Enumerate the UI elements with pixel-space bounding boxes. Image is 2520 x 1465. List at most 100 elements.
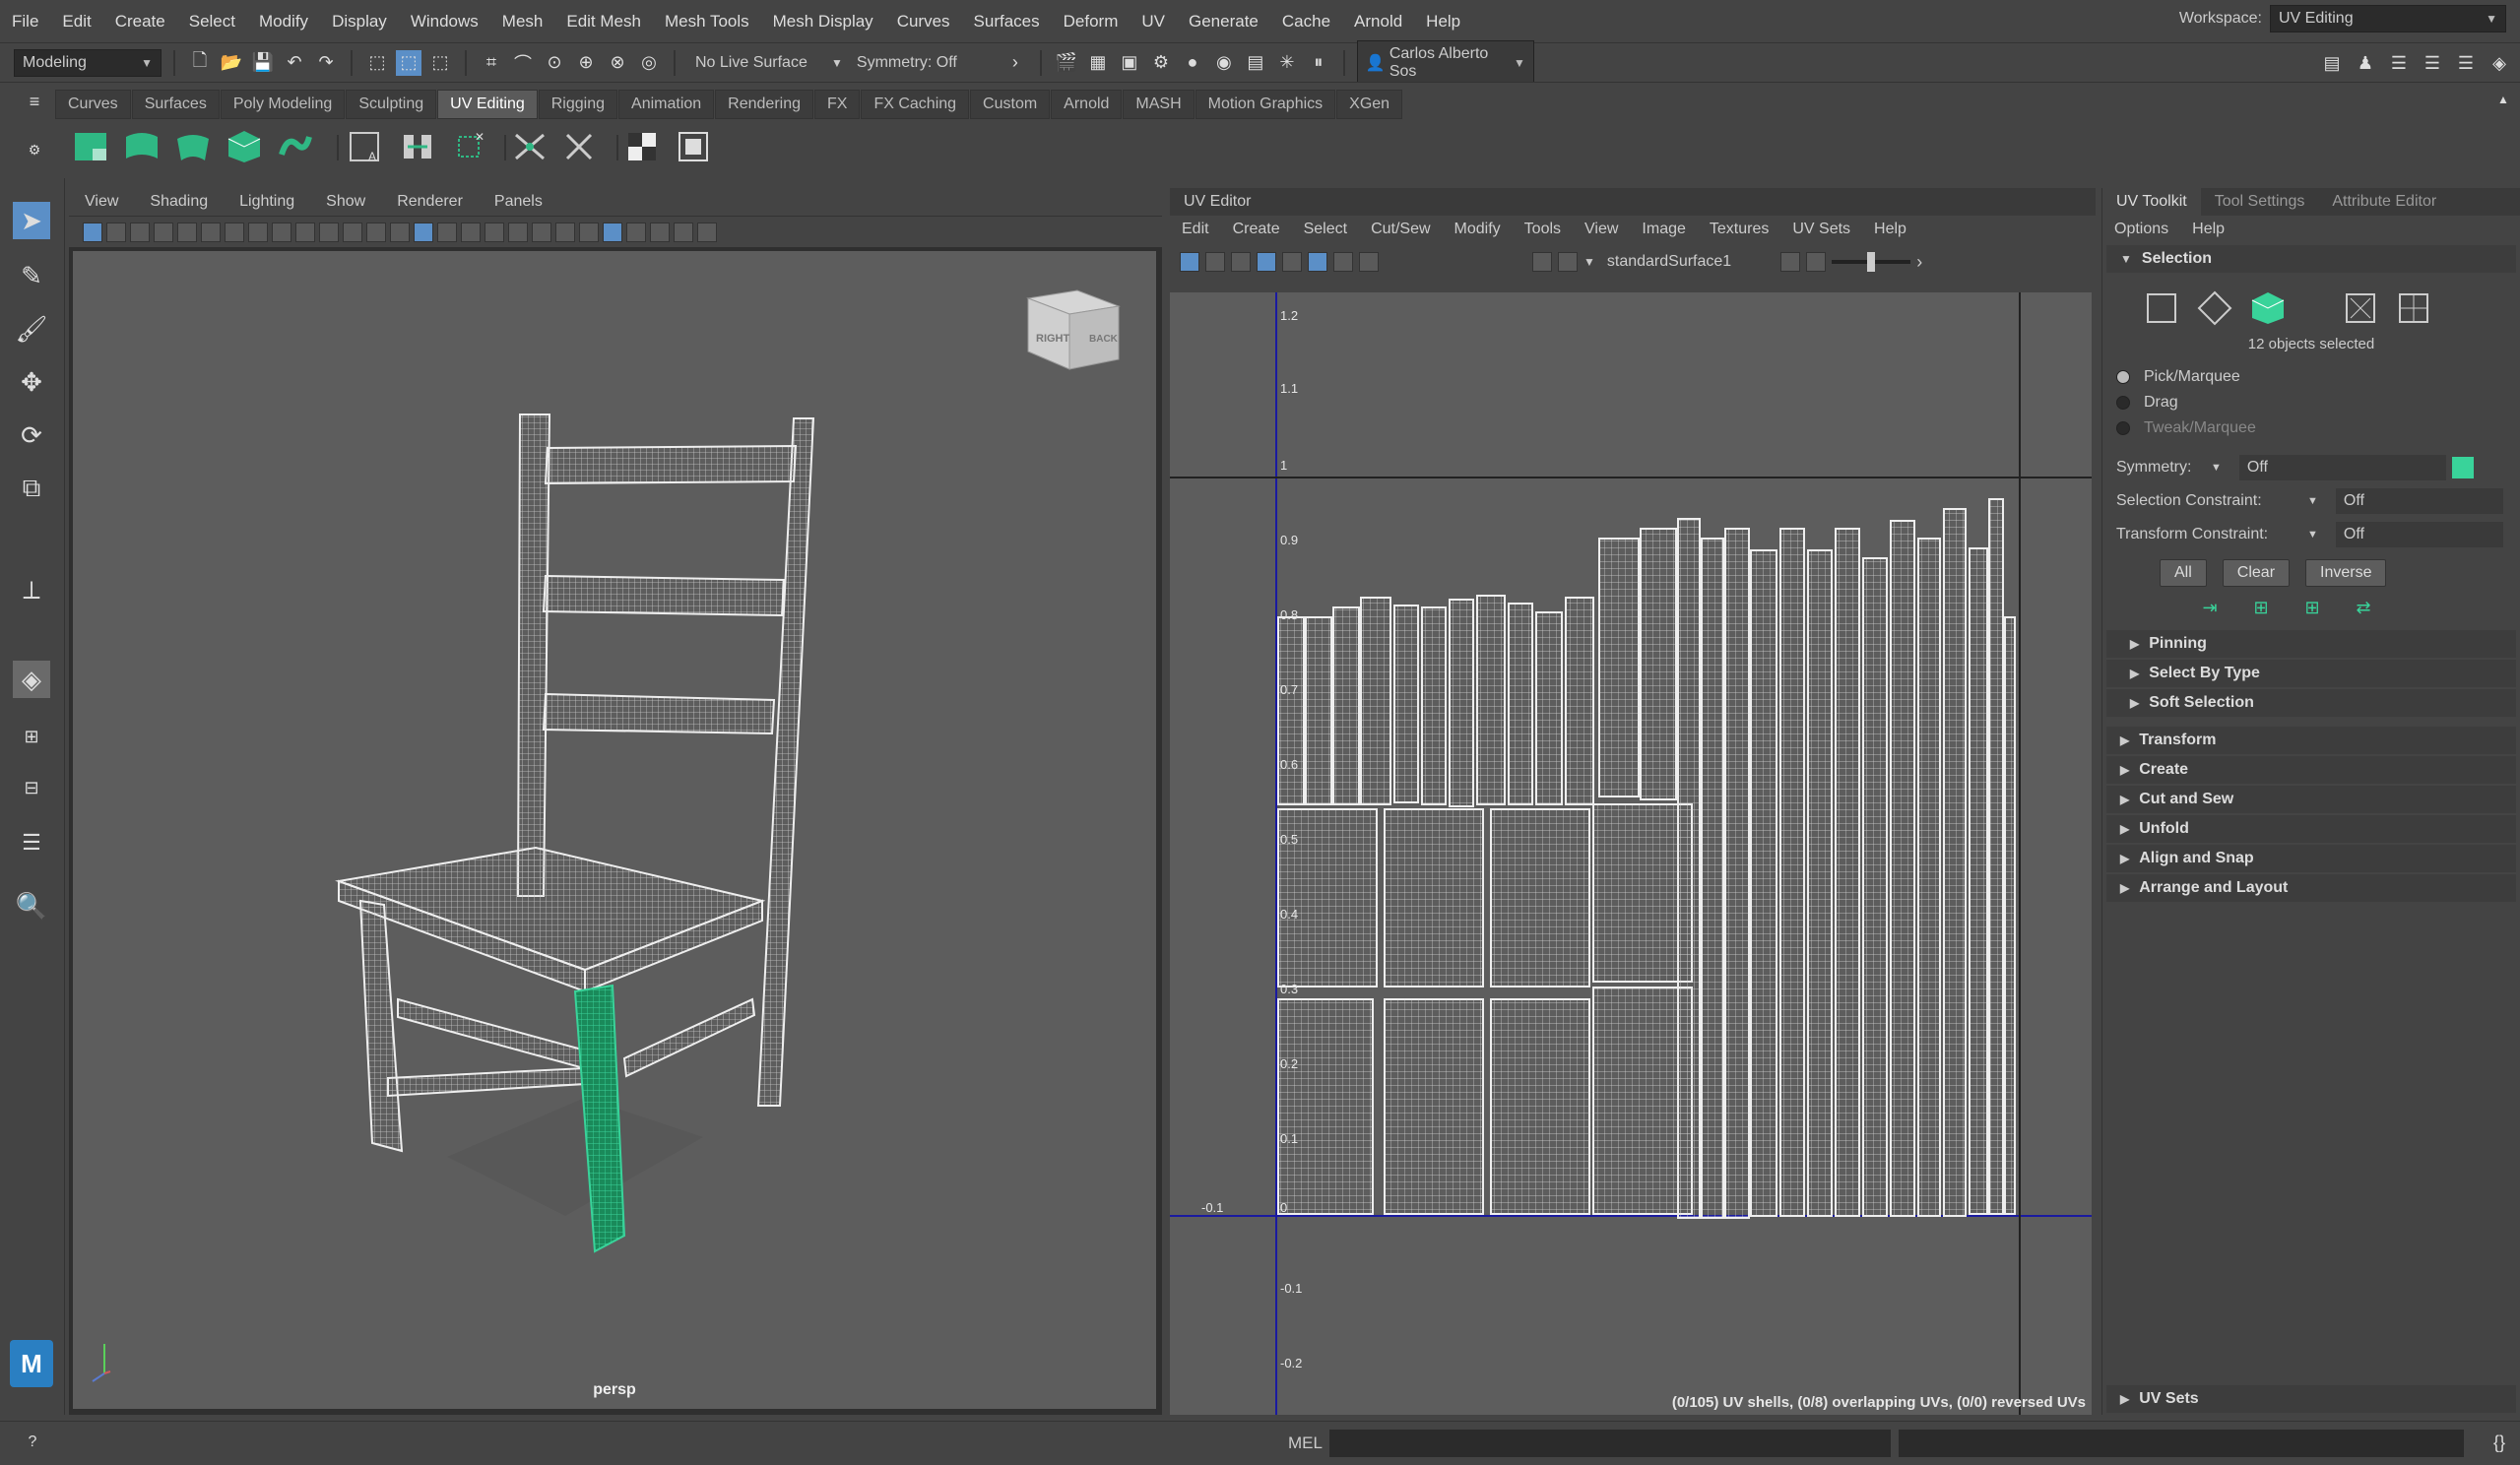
view-cube[interactable]: RIGHT BACK xyxy=(1026,289,1121,370)
uv-menu-edit[interactable]: Edit xyxy=(1170,221,1221,238)
uv-menu-cut-sew[interactable]: Cut/Sew xyxy=(1359,221,1442,238)
search-icon[interactable]: 🔍 xyxy=(13,887,50,924)
uv-texture-borders-icon[interactable] xyxy=(1282,252,1302,272)
menu-mesh-display[interactable]: Mesh Display xyxy=(761,12,885,32)
mode-drag[interactable]: Drag xyxy=(2102,390,2520,415)
uv-checker-icon[interactable] xyxy=(1308,252,1327,272)
uv-checker-pattern-icon[interactable] xyxy=(1558,252,1578,272)
open-scene-icon[interactable]: 📂 xyxy=(219,50,244,76)
section-unfold[interactable]: ▶ Unfold xyxy=(2106,815,2516,843)
xray-joints-icon[interactable] xyxy=(674,222,693,242)
shadows-icon[interactable] xyxy=(532,222,551,242)
uv-vertex-mode-icon[interactable] xyxy=(2142,288,2181,328)
menu-uv[interactable]: UV xyxy=(1130,12,1177,32)
render-view-icon[interactable]: ◉ xyxy=(1211,50,1237,76)
uv-menu-uv-sets[interactable]: UV Sets xyxy=(1780,221,1862,238)
smooth-shade-icon[interactable] xyxy=(414,222,433,242)
paint-select-tool-icon[interactable]: 🖌 xyxy=(13,310,50,348)
anti-aliasing-icon[interactable] xyxy=(603,222,622,242)
layout-uvs-icon[interactable] xyxy=(510,125,549,168)
user-account-dropdown[interactable]: 👤 Carlos Alberto Sos ▼ xyxy=(1356,39,1534,86)
viewport-menu-view[interactable]: View xyxy=(69,193,134,211)
channel-box-icon[interactable]: ☰ xyxy=(2453,50,2479,76)
select-tool-icon[interactable]: ➤ xyxy=(13,202,50,239)
viewport-menu-show[interactable]: Show xyxy=(310,193,381,211)
select-hierarchy-icon[interactable]: ⬚ xyxy=(364,50,390,76)
uv-menu-image[interactable]: Image xyxy=(1630,221,1697,238)
grid-icon[interactable] xyxy=(225,222,244,242)
spherical-map-icon[interactable] xyxy=(173,125,213,168)
shelf-tab-fx-caching[interactable]: FX Caching xyxy=(861,90,970,119)
scale-tool-icon[interactable]: ⧉ xyxy=(13,470,50,507)
shelf-tab-animation[interactable]: Animation xyxy=(618,90,715,119)
outliner-layout-icon[interactable]: ☰ xyxy=(13,824,50,861)
uv-mode-icon[interactable] xyxy=(2394,288,2433,328)
section-cut-and-sew[interactable]: ▶ Cut and Sew xyxy=(2106,786,2516,813)
mode-tweak-marquee[interactable]: Tweak/Marquee xyxy=(2102,415,2520,441)
select-clear-button[interactable]: Clear xyxy=(2222,559,2291,587)
uv-toolkit-help[interactable]: Help xyxy=(2180,221,2236,238)
shelf-tab-xgen[interactable]: XGen xyxy=(1336,90,1403,119)
menu-surfaces[interactable]: Surfaces xyxy=(962,12,1052,32)
camera-attributes-icon[interactable] xyxy=(106,222,126,242)
bookmarks-icon[interactable] xyxy=(130,222,150,242)
shrink-selection-icon[interactable]: ⊞ xyxy=(2248,595,2274,620)
wireframe-icon[interactable] xyxy=(390,222,410,242)
shelf-options-icon[interactable]: ⚙ xyxy=(22,137,47,162)
shelf-menu-icon[interactable]: ≡ xyxy=(22,89,47,114)
section-create[interactable]: ▶ Create xyxy=(2106,756,2516,784)
subsection-select-by-type[interactable]: ▶ Select By Type xyxy=(2106,660,2516,687)
delete-uvs-icon[interactable] xyxy=(559,125,599,168)
textured-icon[interactable] xyxy=(485,222,504,242)
uv-menu-select[interactable]: Select xyxy=(1292,221,1359,238)
tab-tool-settings[interactable]: Tool Settings xyxy=(2201,193,2319,211)
select-border-icon[interactable]: ⊞ xyxy=(2299,595,2325,620)
menu-help[interactable]: Help xyxy=(1414,12,1472,32)
snap-surface-icon[interactable]: ⊗ xyxy=(605,50,630,76)
uv-menu-textures[interactable]: Textures xyxy=(1698,221,1780,238)
script-language-label[interactable]: MEL xyxy=(1288,1433,1323,1453)
chevron-down-icon[interactable]: ▼ xyxy=(2307,529,2318,541)
subsection-pinning[interactable]: ▶ Pinning xyxy=(2106,630,2516,658)
xray-components-icon[interactable] xyxy=(697,222,717,242)
menu-mesh[interactable]: Mesh xyxy=(490,12,555,32)
default-material-icon[interactable] xyxy=(437,222,457,242)
shelf-tab-rigging[interactable]: Rigging xyxy=(538,90,618,119)
shelf-tab-arnold[interactable]: Arnold xyxy=(1051,90,1123,119)
pause-icon[interactable]: ⏸ xyxy=(1306,50,1331,76)
viewport-menu-shading[interactable]: Shading xyxy=(134,193,224,211)
isolate-select-icon[interactable] xyxy=(626,222,646,242)
checker-map-icon[interactable] xyxy=(622,125,662,168)
lightshape-icon[interactable]: ✳ xyxy=(1274,50,1300,76)
move-tool-icon[interactable]: ✥ xyxy=(13,363,50,401)
uv-menu-tools[interactable]: Tools xyxy=(1513,221,1573,238)
select-component-icon[interactable]: ⬚ xyxy=(427,50,453,76)
render-settings-icon[interactable]: ⚙ xyxy=(1148,50,1174,76)
snap-point-icon[interactable]: ⊙ xyxy=(542,50,567,76)
two-view-layout-icon[interactable]: ⊟ xyxy=(13,769,50,806)
snap-live-icon[interactable]: ◎ xyxy=(636,50,662,76)
selection-constraint-value[interactable]: Off xyxy=(2335,488,2503,514)
viewport-menu-renderer[interactable]: Renderer xyxy=(381,193,479,211)
attribute-editor-icon[interactable]: ☰ xyxy=(2386,50,2412,76)
modeling-toolkit-icon[interactable]: ▤ xyxy=(2319,50,2345,76)
chevron-down-icon[interactable]: ▼ xyxy=(2307,495,2318,507)
unfold-icon[interactable]: ✕ xyxy=(449,125,488,168)
single-perspective-view-icon[interactable]: ◈ xyxy=(13,661,50,698)
menu-modify[interactable]: Modify xyxy=(247,12,320,32)
uv-edge-mode-icon[interactable] xyxy=(2195,288,2234,328)
image-plane-icon[interactable] xyxy=(154,222,173,242)
symmetry-value[interactable]: Off xyxy=(2238,455,2446,480)
select-object-icon[interactable]: ⬚ xyxy=(396,49,421,76)
uv-toolkit-options[interactable]: Options xyxy=(2102,221,2180,238)
shelf-tab-mash[interactable]: MASH xyxy=(1123,90,1195,119)
hypershade-icon[interactable]: ● xyxy=(1180,50,1205,76)
uv-snapshot-icon[interactable] xyxy=(674,125,713,168)
render-frame-icon[interactable]: 🎬 xyxy=(1054,50,1079,76)
shelf-tab-uv-editing[interactable]: UV Editing xyxy=(437,90,538,119)
uv-menu-create[interactable]: Create xyxy=(1221,221,1292,238)
uv-face-mode-icon[interactable] xyxy=(2248,288,2288,328)
safe-action-icon[interactable] xyxy=(343,222,362,242)
undo-icon[interactable]: ↶ xyxy=(282,50,307,76)
menu-deform[interactable]: Deform xyxy=(1052,12,1131,32)
